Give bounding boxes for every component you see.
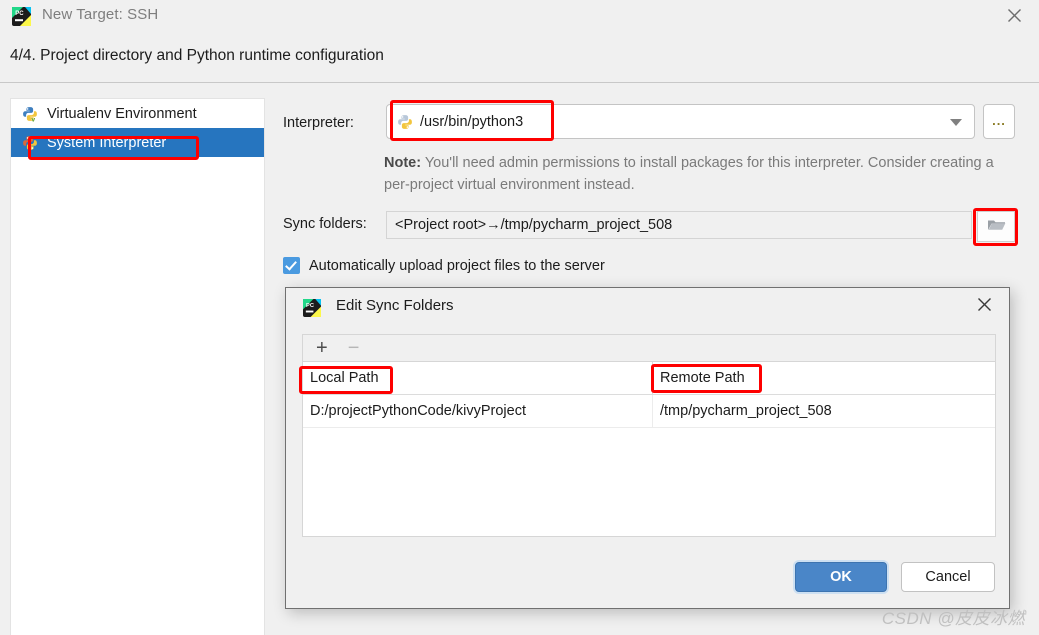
interpreter-combobox[interactable]: /usr/bin/python3	[386, 104, 975, 139]
remote-path-cell[interactable]: /tmp/pycharm_project_508	[653, 395, 995, 427]
sidebar-item-label: System Interpreter	[47, 134, 167, 151]
sync-folders-table: Local Path Remote Path D:/projectPythonC…	[302, 361, 996, 537]
window-titlebar: PC New Target: SSH	[0, 0, 1039, 34]
sync-folders-value: <Project root>→/tmp/pycharm_project_508	[386, 211, 972, 239]
sidebar-item-label: Virtualenv Environment	[47, 105, 197, 122]
python-icon	[397, 114, 413, 130]
svg-text:PC: PC	[15, 11, 24, 17]
sync-folders-browse-button[interactable]	[977, 211, 1015, 242]
close-icon[interactable]	[971, 295, 997, 319]
pycharm-icon: PC	[303, 299, 321, 317]
sidebar-item-virtualenv-environment[interactable]: v Virtualenv Environment	[11, 99, 264, 128]
remote-path-column-header[interactable]: Remote Path	[653, 362, 995, 394]
autoupload-checkbox[interactable]	[283, 257, 300, 274]
dialog-title: Edit Sync Folders	[336, 297, 454, 314]
folder-icon	[987, 217, 1006, 236]
note-prefix: Note:	[384, 155, 422, 171]
environment-list: v Virtualenv Environment System Interpre…	[10, 98, 265, 635]
python-icon	[22, 135, 38, 151]
local-path-column-header[interactable]: Local Path	[303, 362, 653, 394]
interpreter-browse-label: ...	[992, 113, 1006, 128]
svg-text:PC: PC	[306, 303, 314, 309]
add-button[interactable]: +	[316, 338, 328, 358]
table-row[interactable]: D:/projectPythonCode/kivyProject /tmp/py…	[303, 395, 995, 428]
remove-button[interactable]: −	[348, 338, 360, 358]
interpreter-value: /usr/bin/python3	[420, 113, 524, 130]
edit-sync-folders-dialog: PC Edit Sync Folders + − Local Path Remo…	[285, 287, 1010, 609]
close-icon[interactable]	[999, 4, 1029, 30]
interpreter-note: Note: You'll need admin permissions to i…	[384, 152, 1000, 196]
interpreter-label: Interpreter:	[283, 115, 354, 131]
cancel-button[interactable]: Cancel	[901, 562, 995, 592]
watermark: CSDN @皮皮冰燃	[881, 609, 1025, 628]
note-text: You'll need admin permissions to install…	[384, 155, 994, 193]
header-divider	[0, 82, 1039, 83]
autoupload-checkbox-row[interactable]: Automatically upload project files to th…	[283, 257, 605, 274]
ok-button[interactable]: OK	[795, 562, 887, 592]
interpreter-browse-button[interactable]: ...	[983, 104, 1015, 139]
pycharm-icon: PC	[12, 7, 31, 26]
sync-table-toolbar: + −	[302, 334, 996, 361]
python-virtualenv-icon: v	[22, 106, 38, 122]
page-title: 4/4. Project directory and Python runtim…	[10, 47, 384, 64]
svg-text:v: v	[32, 116, 36, 121]
chevron-down-icon[interactable]	[950, 119, 962, 126]
sidebar-item-system-interpreter[interactable]: System Interpreter	[11, 128, 264, 157]
window-title: New Target: SSH	[42, 6, 159, 23]
table-header-row: Local Path Remote Path	[303, 362, 995, 395]
autoupload-label: Automatically upload project files to th…	[309, 257, 605, 274]
sync-folders-label: Sync folders:	[283, 216, 367, 232]
local-path-cell[interactable]: D:/projectPythonCode/kivyProject	[303, 395, 653, 427]
